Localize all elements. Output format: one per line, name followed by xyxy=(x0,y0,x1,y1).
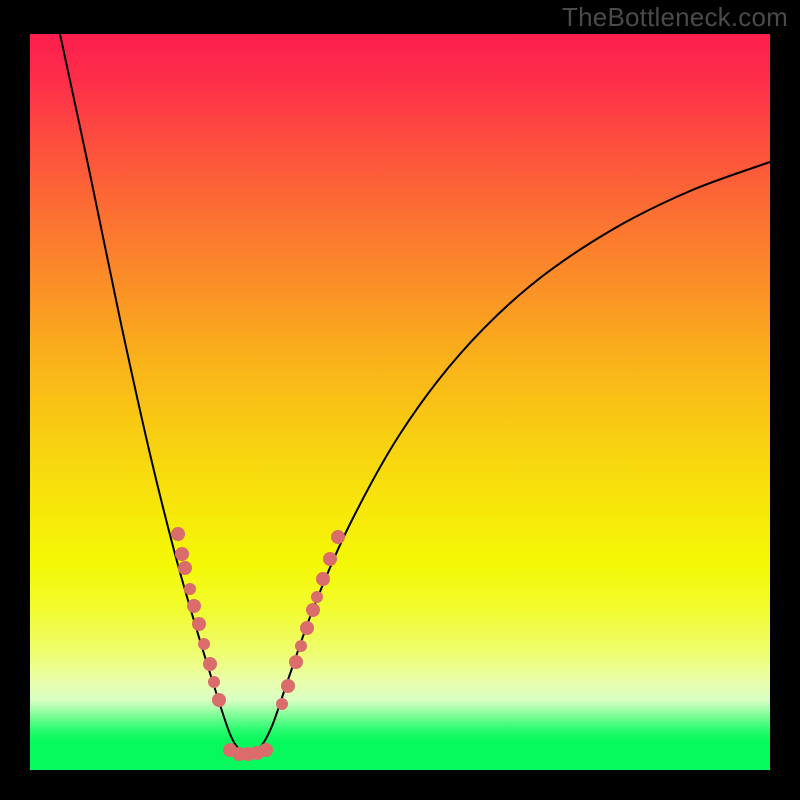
marker-dot xyxy=(175,547,189,561)
marker-dot xyxy=(178,561,192,575)
marker-dot xyxy=(281,679,295,693)
marker-dot xyxy=(295,640,307,652)
plot-area xyxy=(30,34,770,770)
marker-dot xyxy=(187,599,201,613)
marker-dot xyxy=(259,743,273,757)
marker-dot xyxy=(289,655,303,669)
marker-dot xyxy=(208,676,220,688)
marker-dot xyxy=(171,527,185,541)
marker-dot xyxy=(276,698,288,710)
marker-dot xyxy=(331,530,345,544)
marker-dot xyxy=(250,746,264,760)
marker-dot xyxy=(241,747,255,761)
marker-dot xyxy=(184,583,196,595)
marker-dot xyxy=(198,638,210,650)
chart-svg xyxy=(30,34,770,770)
attribution-text: TheBottleneck.com xyxy=(562,2,788,33)
marker-dot xyxy=(311,591,323,603)
chart-frame: TheBottleneck.com xyxy=(0,0,800,800)
marker-dot xyxy=(203,657,217,671)
marker-dot xyxy=(323,552,337,566)
marker-dot xyxy=(223,743,237,757)
v-curve-path xyxy=(60,34,770,753)
marker-dot xyxy=(316,572,330,586)
marker-dot xyxy=(232,747,246,761)
marker-dot xyxy=(212,693,226,707)
marker-dot xyxy=(300,621,314,635)
marker-dot xyxy=(306,603,320,617)
marker-dot xyxy=(192,617,206,631)
marker-dots xyxy=(171,527,345,761)
